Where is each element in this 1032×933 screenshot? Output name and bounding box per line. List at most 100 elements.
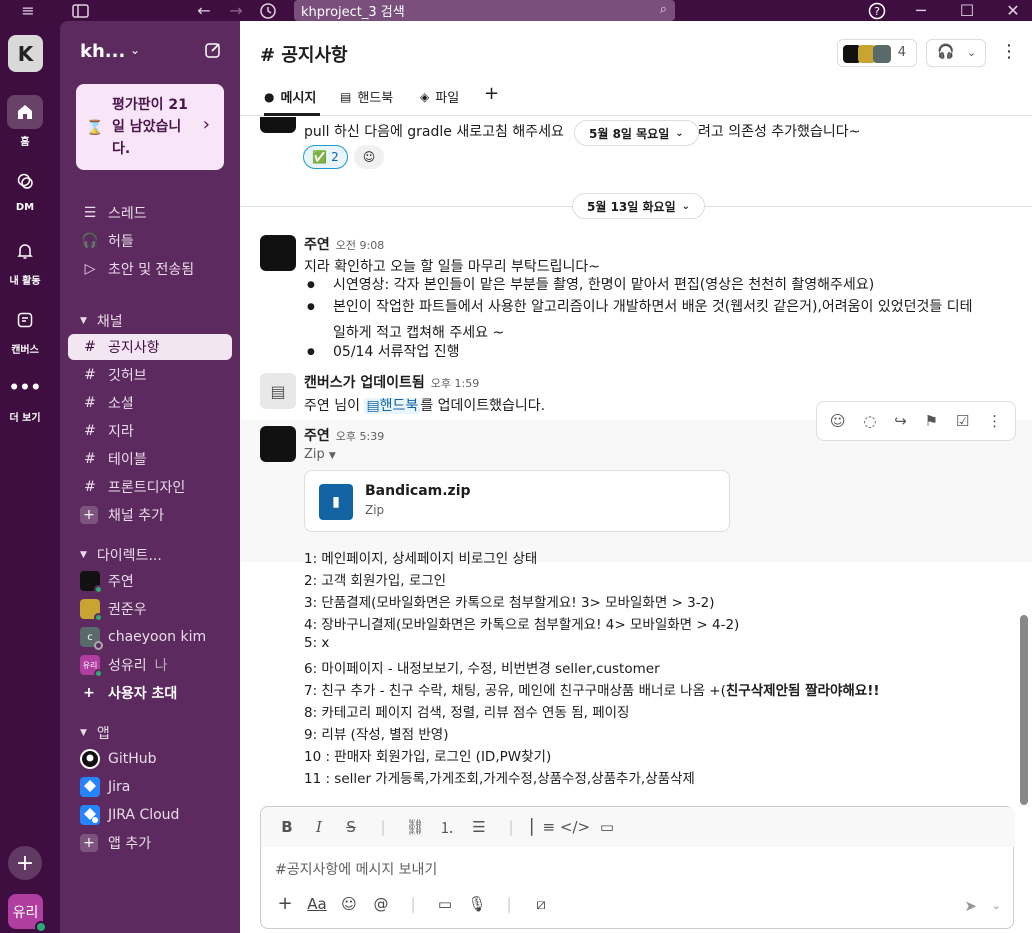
hash-icon: # [84, 367, 96, 383]
strikethrough-icon[interactable]: S [335, 818, 367, 836]
video-icon[interactable]: ▭ [429, 895, 461, 913]
bookmark-icon[interactable]: ⚑ [925, 412, 938, 430]
message-line: 8: 카테고리 페이지 검색, 정렬, 리뷰 점수 연동 됨, 페이징 [304, 705, 630, 721]
search-input[interactable]: khproject_3 검색 ⌕ [294, 0, 675, 21]
message-author[interactable]: 주연 오후 5:39 [304, 425, 384, 445]
add-reaction-icon[interactable]: ☺ [354, 145, 384, 169]
add-reaction-icon[interactable]: ☺ [830, 412, 846, 430]
compose-icon[interactable] [204, 41, 222, 63]
tab-messages[interactable]: ● 메시지 [264, 87, 316, 107]
message-text: 려고 의존성 추가했습니다~ [698, 124, 861, 140]
sidebar-item-threads[interactable]: ☰ 스레드 [68, 200, 232, 226]
file-attachment[interactable]: ▮ Bandicam.zip Zip [304, 470, 730, 532]
more-actions-icon[interactable]: ⋮ [987, 412, 1002, 430]
help-icon[interactable]: ? [866, 0, 888, 21]
rail-more[interactable]: ••• 더 보기 [0, 371, 50, 424]
sidebar-item-app-jira[interactable]: Jira [68, 774, 232, 800]
sidebar-item-huddles[interactable]: 🎧 허들 [68, 228, 232, 254]
channel-title[interactable]: # 공지사항 [260, 41, 348, 67]
reply-thread-icon[interactable]: ◌ [863, 412, 876, 430]
close-icon[interactable]: ✕ [1002, 0, 1024, 21]
workspace-rail: K 홈 DM 내 활동 캔버스 ••• 더 보기 + 유리 [0, 21, 60, 933]
text-format-icon[interactable]: Aa [301, 895, 333, 913]
handbook-link[interactable]: ▤핸드북 [364, 398, 421, 414]
sidebar-item-dm-self[interactable]: 유리 성유리 나 [68, 652, 232, 678]
sidebar-item-dm-chaeyoon[interactable]: c chaeyoon kim [68, 624, 232, 650]
message-input[interactable]: #공지사항에 메시지 보내기 [275, 859, 437, 879]
trial-banner[interactable]: ⌛ 평가판이 21일 남았습니다. › [76, 84, 224, 170]
chevron-down-icon: ⌄ [967, 46, 977, 59]
sidebar-item-dm-kwon[interactable]: 권준우 [68, 596, 232, 622]
tab-handbook[interactable]: ▤ 핸드북 [340, 87, 393, 107]
avatar[interactable] [260, 235, 296, 271]
rail-dm[interactable]: DM [0, 164, 50, 213]
channel-menu-icon[interactable]: ⋮ [1000, 41, 1018, 62]
sidebar-item-channel-notice[interactable]: # 공지사항 [68, 334, 232, 360]
add-channel-button[interactable]: + 채널 추가 [68, 502, 232, 528]
bold-icon[interactable]: B [271, 818, 303, 836]
microphone-icon[interactable]: 🎙 [461, 895, 493, 913]
sidebar-item-channel-social[interactable]: # 소셜 [68, 390, 232, 416]
jira-icon [80, 777, 100, 797]
date-pill[interactable]: 5월 13일 화요일 ⌄ [572, 193, 705, 219]
file-label[interactable]: Zip ▼ [304, 447, 336, 462]
blockquote-icon[interactable]: ▏≡ [527, 818, 559, 836]
mention-icon[interactable]: @ [365, 895, 397, 913]
add-app-button[interactable]: + 앱 추가 [68, 830, 232, 856]
member-count: 4 [897, 45, 906, 60]
code-icon[interactable]: </> [559, 818, 591, 836]
user-avatar[interactable]: 유리 [8, 894, 47, 933]
minimize-icon[interactable]: ─ [910, 0, 932, 21]
reaction-check[interactable]: ✅ 2 [303, 145, 348, 169]
chevron-down-icon[interactable]: ⌄ [130, 43, 140, 57]
sidebar-item-channel-table[interactable]: # 테이블 [68, 446, 232, 472]
sidebar-item-app-github[interactable]: GitHub [68, 746, 232, 772]
files-icon: ◈ [420, 89, 430, 104]
maximize-icon[interactable]: ☐ [956, 0, 978, 21]
add-workspace-icon[interactable]: + [8, 846, 42, 880]
italic-icon[interactable]: I [303, 818, 335, 836]
avatar [80, 571, 103, 594]
invite-people-button[interactable]: + 사용자 초대 [68, 680, 232, 706]
members-button[interactable]: 4 [837, 39, 917, 67]
hamburger-icon[interactable]: ≡ [18, 0, 38, 21]
add-tab-icon[interactable]: + [484, 83, 499, 104]
channels-section-header[interactable]: ▼ 채널 [80, 311, 123, 331]
sidebar-item-label: 지라 [108, 424, 134, 440]
sidebar-item-channel-jira[interactable]: # 지라 [68, 418, 232, 444]
message-author[interactable]: 주연 오전 9:08 [304, 234, 384, 254]
send-icon[interactable]: ➤ [964, 897, 977, 915]
chevron-down-icon[interactable]: ⌄ [992, 899, 1001, 912]
forward-icon[interactable]: ↪ [894, 412, 907, 430]
sidebar-item-channel-frontdesign[interactable]: # 프론트디자인 [68, 474, 232, 500]
sidebar-item-app-jira-cloud[interactable]: JIRA Cloud [68, 802, 232, 828]
list-item: 본인이 작업한 파트들에서 사용한 알고리즘이나 개발하면서 배운 것(웹서킷 … [307, 296, 973, 318]
workspace-name[interactable]: kh... [80, 41, 125, 62]
plus-icon[interactable]: + [269, 893, 301, 914]
sidebar-item-channel-github[interactable]: # 깃허브 [68, 362, 232, 388]
tab-files[interactable]: ◈ 파일 [420, 87, 459, 107]
apps-section-header[interactable]: ▼ 앱 [80, 723, 110, 743]
sidebar-toggle-icon[interactable] [68, 0, 92, 21]
dm-section-header[interactable]: ▼ 다이렉트... [80, 545, 162, 565]
workspace-switcher[interactable]: K [8, 35, 43, 72]
date-pill-sticky[interactable]: 5월 8일 목요일 ⌄ [574, 120, 699, 146]
slash-command-icon[interactable]: ⧄ [525, 895, 557, 913]
sidebar-item-drafts[interactable]: ▷ 초안 및 전송됨 [68, 256, 232, 282]
avatar[interactable] [260, 426, 296, 462]
back-arrow-icon[interactable]: ← [194, 0, 214, 21]
emoji-icon[interactable]: ☺ [333, 895, 365, 913]
rail-canvas[interactable]: 캔버스 [0, 303, 50, 356]
ordered-list-icon[interactable]: ⒈ [431, 817, 463, 838]
rail-home[interactable]: 홈 [0, 95, 50, 148]
huddle-button[interactable]: 🎧 ⌄ [926, 39, 986, 67]
history-icon[interactable] [256, 0, 280, 21]
link-icon[interactable]: ⛓ [399, 818, 431, 836]
forward-arrow-icon[interactable]: → [226, 0, 246, 21]
save-to-list-icon[interactable]: ☑ [956, 412, 969, 430]
bullet-list-icon[interactable]: ☰ [463, 818, 495, 836]
sidebar-item-dm-juyeon[interactable]: 주연 [68, 568, 232, 594]
scrollbar[interactable] [1020, 615, 1028, 805]
rail-activity[interactable]: 내 활동 [0, 234, 50, 287]
code-block-icon[interactable]: ▭ [591, 818, 623, 836]
